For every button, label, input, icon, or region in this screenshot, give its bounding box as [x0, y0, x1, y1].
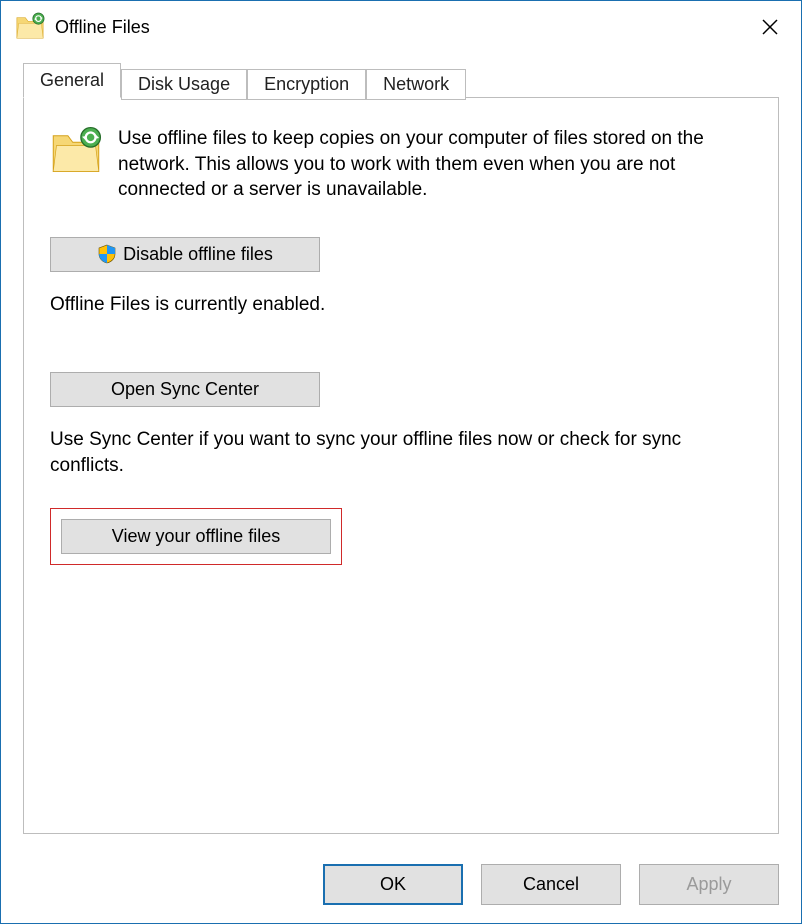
- open-sync-center-button[interactable]: Open Sync Center: [50, 372, 320, 407]
- view-offline-files-label: View your offline files: [112, 526, 280, 547]
- folder-sync-large-icon: [50, 126, 102, 178]
- tab-disk-usage[interactable]: Disk Usage: [121, 69, 247, 100]
- highlighted-area: View your offline files: [50, 508, 342, 565]
- ok-button[interactable]: OK: [323, 864, 463, 905]
- sync-description: Use Sync Center if you want to sync your…: [50, 427, 752, 478]
- client-area: General Disk Usage Encryption Network: [1, 53, 801, 850]
- disable-offline-files-button[interactable]: Disable offline files: [50, 237, 320, 272]
- tab-panel-general: Use offline files to keep copies on your…: [23, 97, 779, 834]
- open-sync-center-label: Open Sync Center: [111, 379, 259, 400]
- disable-offline-files-label: Disable offline files: [123, 244, 273, 265]
- intro-text: Use offline files to keep copies on your…: [118, 126, 752, 203]
- offline-files-dialog: Offline Files General Disk Usage Encrypt…: [0, 0, 802, 924]
- tab-network[interactable]: Network: [366, 69, 466, 100]
- dialog-footer: OK Cancel Apply: [1, 850, 801, 923]
- uac-shield-icon: [97, 244, 117, 264]
- tab-encryption[interactable]: Encryption: [247, 69, 366, 100]
- folder-sync-icon: [15, 12, 45, 42]
- tab-general[interactable]: General: [23, 63, 121, 98]
- close-icon: [761, 18, 779, 36]
- cancel-button[interactable]: Cancel: [481, 864, 621, 905]
- close-button[interactable]: [747, 9, 793, 45]
- status-text: Offline Files is currently enabled.: [50, 294, 752, 316]
- window-title: Offline Files: [55, 17, 747, 38]
- titlebar: Offline Files: [1, 1, 801, 53]
- tab-strip: General Disk Usage Encryption Network: [23, 63, 779, 97]
- apply-button[interactable]: Apply: [639, 864, 779, 905]
- intro-row: Use offline files to keep copies on your…: [50, 126, 752, 203]
- view-offline-files-button[interactable]: View your offline files: [61, 519, 331, 554]
